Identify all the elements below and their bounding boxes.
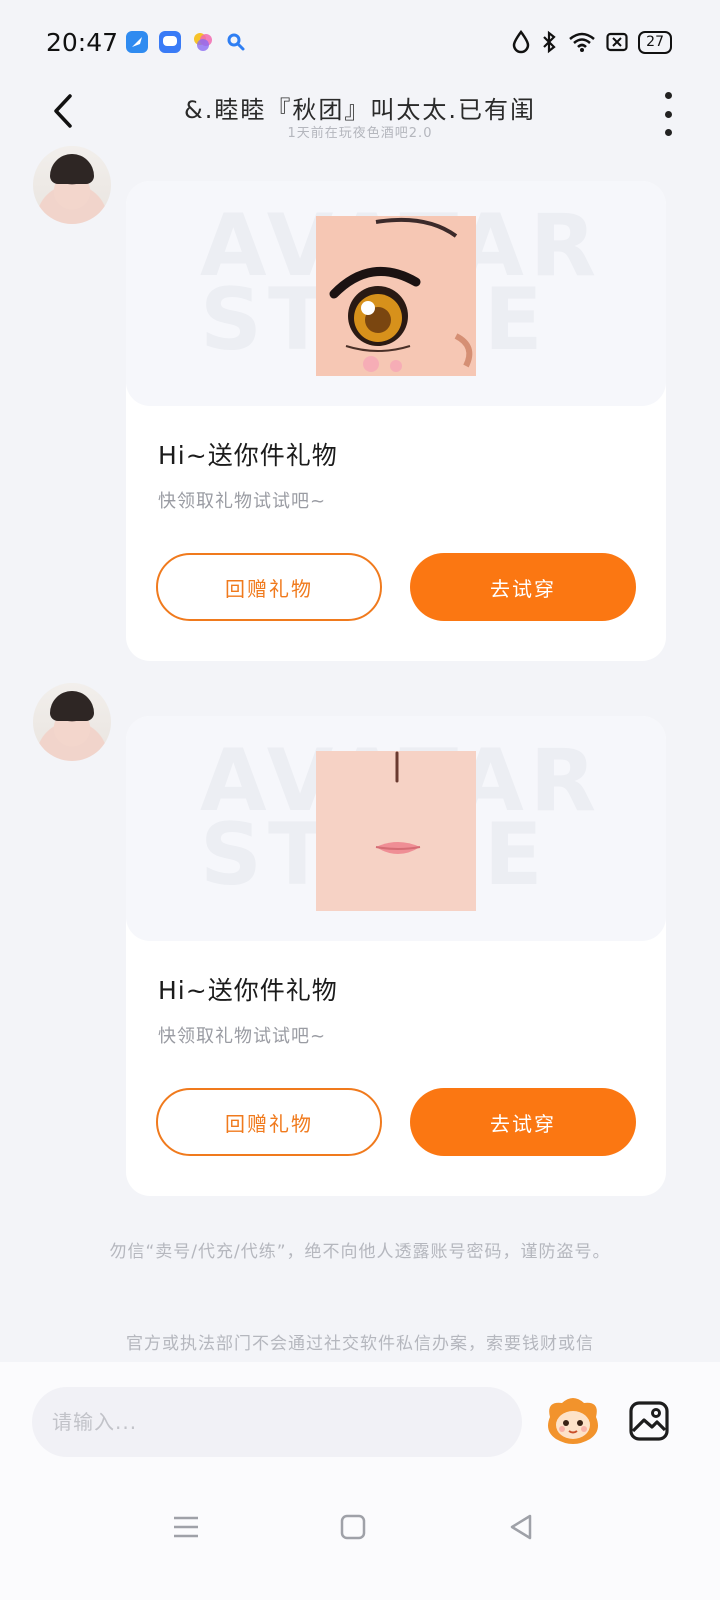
sender-avatar[interactable]	[33, 146, 111, 224]
dot	[664, 129, 672, 136]
gift-message-card: AVATAR STORE Hi~送你件礼物 快领取礼物试试吧~ 回赠礼物 去试穿	[126, 716, 666, 1196]
mascot-sticker-icon	[548, 1398, 598, 1444]
system-navigation-bar	[0, 1472, 720, 1600]
battery-icon: 27	[638, 30, 672, 54]
chevron-left-icon	[54, 94, 72, 128]
sticker-button[interactable]	[544, 1395, 602, 1447]
message-input-bar: 请输入...	[0, 1362, 720, 1472]
gift-preview-area: AVATAR STORE	[126, 181, 666, 406]
colorful-app-icon	[192, 31, 214, 53]
feather-app-icon	[126, 31, 148, 53]
gift-message-card: AVATAR STORE Hi~送你件礼物 快领取礼物试试吧~ 回赠礼物 去试穿	[126, 181, 666, 661]
gift-title: Hi~送你件礼物	[158, 976, 338, 1005]
status-bar: 20:47 27	[0, 0, 720, 88]
gift-preview-area: AVATAR STORE	[126, 716, 666, 941]
message-input[interactable]: 请输入...	[32, 1387, 522, 1457]
sim-x-icon	[606, 32, 628, 52]
try-on-button[interactable]: 去试穿	[410, 1088, 636, 1156]
gift-thumbnail-mouth[interactable]	[316, 751, 476, 911]
sender-avatar[interactable]	[33, 683, 111, 761]
back-button[interactable]	[44, 90, 84, 140]
bluetooth-icon	[543, 30, 556, 54]
gift-title: Hi~送你件礼物	[158, 441, 338, 470]
return-gift-button[interactable]: 回赠礼物	[156, 1088, 382, 1156]
back-nav-button[interactable]	[506, 1512, 536, 1542]
recent-apps-button[interactable]	[171, 1512, 201, 1542]
water-drop-icon	[512, 30, 530, 54]
more-options-button[interactable]	[660, 92, 676, 136]
gift-description: 快领取礼物试试吧~	[158, 491, 327, 512]
try-on-button[interactable]: 去试穿	[410, 553, 636, 621]
square-icon	[340, 1514, 366, 1540]
system-icons: 27	[512, 30, 672, 54]
return-gift-button[interactable]: 回赠礼物	[156, 553, 382, 621]
chat-subtitle: 1天前在玩夜色酒吧2.0	[287, 126, 433, 141]
chat-title: &.睦睦『秋团』叫太太.已有闺	[184, 96, 536, 124]
image-icon	[629, 1401, 669, 1441]
chat-header: &.睦睦『秋团』叫太太.已有闺 1天前在玩夜色酒吧2.0	[0, 88, 720, 158]
safety-notice: 官方或执法部门不会通过社交软件私信办案，索要钱财或信	[126, 1334, 594, 1354]
gift-description: 快领取礼物试试吧~	[158, 1026, 327, 1047]
wifi-icon	[569, 32, 595, 52]
search-app-icon	[225, 31, 247, 53]
safety-notice: 勿信“卖号/代充/代练”，绝不向他人透露账号密码，谨防盗号。	[109, 1242, 611, 1262]
status-time: 20:47	[46, 28, 119, 57]
home-button[interactable]	[338, 1512, 368, 1542]
notification-icons	[126, 31, 247, 53]
dot	[664, 110, 672, 118]
triangle-back-icon	[510, 1514, 532, 1540]
dot	[664, 92, 672, 99]
menu-icon	[174, 1516, 198, 1538]
image-picker-button[interactable]	[628, 1400, 670, 1442]
chat-bubble-app-icon	[159, 31, 181, 53]
gift-thumbnail-eye[interactable]	[316, 216, 476, 376]
